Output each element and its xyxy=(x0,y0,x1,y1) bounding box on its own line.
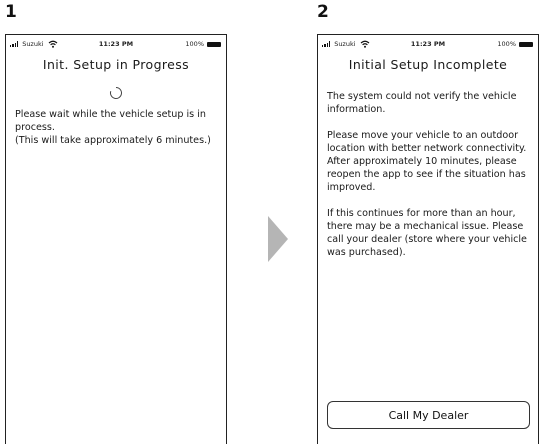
status-bar: Suzuki 11:23 PM 100% xyxy=(6,35,226,53)
battery-percent: 100% xyxy=(185,40,204,48)
screen-title: Initial Setup Incomplete xyxy=(348,57,508,72)
battery-icon xyxy=(207,41,221,47)
verify-error-message: The system could not verify the vehicle … xyxy=(327,91,517,115)
phone-screen-setup-in-progress: Suzuki 11:23 PM 100% Init. Setup in Prog… xyxy=(5,34,227,444)
battery-icon xyxy=(519,41,533,47)
step-1-number: 1 xyxy=(5,2,17,22)
move-vehicle-message: Please move your vehicle to an outdoor l… xyxy=(327,130,527,193)
call-my-dealer-button[interactable]: Call My Dealer xyxy=(327,401,530,429)
phone-screen-setup-incomplete: Suzuki 11:23 PM 100% Initial Setup Incom… xyxy=(317,34,539,444)
status-bar: Suzuki 11:23 PM 100% xyxy=(318,35,538,53)
step-2-number: 2 xyxy=(317,2,329,22)
wait-message: Please wait while the vehicle setup is i… xyxy=(15,109,206,133)
next-arrow-icon xyxy=(268,216,288,262)
call-dealer-message: If this continues for more than an hour,… xyxy=(327,208,527,258)
loading-spinner-icon xyxy=(110,87,122,99)
battery-percent: 100% xyxy=(497,40,516,48)
screen-title: Init. Setup in Progress xyxy=(42,57,190,72)
duration-note: (This will take approximately 6 minutes.… xyxy=(15,135,211,146)
